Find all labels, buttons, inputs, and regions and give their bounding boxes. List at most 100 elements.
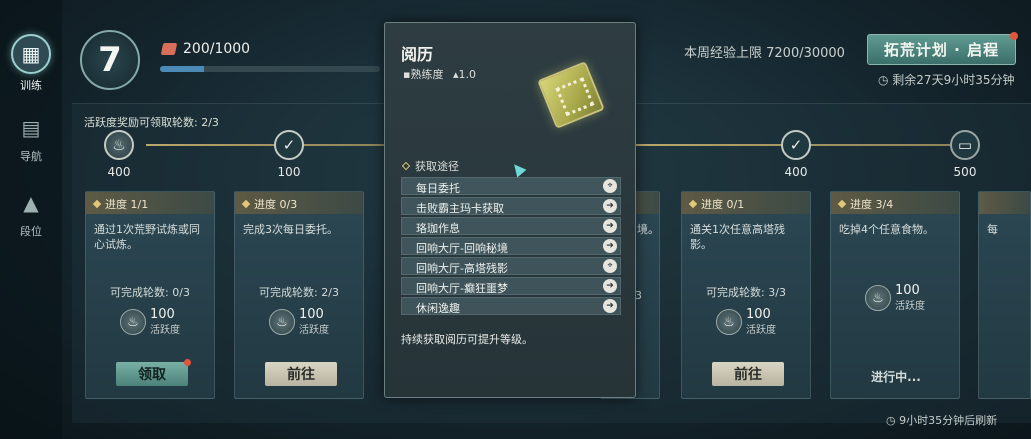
task-progress-text: 进度 0/3 bbox=[254, 198, 298, 211]
task-progress: 进度 3/4 bbox=[831, 192, 959, 214]
clock-icon: ◷ bbox=[878, 73, 893, 87]
task-progress-text: 进度 1/1 bbox=[105, 198, 149, 211]
task-card: 进度 0/1 通关1次任意高塔残影。 可完成轮数: 3/3 ♨ 100 活跃度 前… bbox=[681, 191, 811, 399]
flame-icon: ♨ bbox=[865, 285, 891, 311]
task-card-partial: 每 bbox=[978, 191, 1031, 399]
diamond-icon bbox=[92, 199, 102, 209]
source-item[interactable]: 每日委托 ⌖ bbox=[401, 177, 621, 195]
flame-icon: ♨ bbox=[269, 309, 295, 335]
activity-rounds-label: 活跃度奖励可领取轮数: 2/3 bbox=[84, 116, 219, 129]
task-card: 进度 0/3 完成3次每日委托。 可完成轮数: 2/3 ♨ 100 活跃度 前往 bbox=[234, 191, 364, 399]
calendar-icon: ▦ bbox=[11, 34, 51, 74]
arrow-icon: ➔ bbox=[603, 199, 617, 213]
level-badge: 7 bbox=[80, 30, 140, 90]
tooltip-note: 持续获取阅历可提升等级。 bbox=[401, 333, 533, 346]
reward-value: 100 bbox=[746, 307, 771, 322]
experience-book-icon bbox=[537, 61, 605, 129]
notification-dot bbox=[1010, 32, 1018, 40]
nav-item-rank[interactable]: ▲ 段位 bbox=[0, 183, 62, 239]
task-description: 吃掉4个任意食物。 bbox=[839, 223, 934, 236]
exp-progress-fill bbox=[160, 66, 204, 72]
tooltip-title: 阅历 bbox=[401, 45, 434, 64]
task-reward: ♨ 100 活跃度 bbox=[235, 308, 363, 336]
task-description: 完成3次每日委托。 bbox=[243, 223, 338, 236]
task-reward: ♨ 100 活跃度 bbox=[682, 308, 810, 336]
plan-time-text: 剩余27天9小时35分钟 bbox=[892, 73, 1015, 87]
task-progress: 进度 0/3 bbox=[235, 192, 363, 214]
nav-item-training[interactable]: ▦ 训练 bbox=[0, 34, 62, 93]
flame-icon: ♨ bbox=[120, 309, 146, 335]
source-item[interactable]: 珞珈作息 ➔ bbox=[401, 217, 621, 235]
refresh-text: 9小时35分钟后刷新 bbox=[899, 414, 998, 427]
source-item[interactable]: 击败霸主玛卡获取 ➔ bbox=[401, 197, 621, 215]
task-description: 通过1次荒野试炼或同心试炼。 bbox=[94, 223, 200, 251]
task-status: 进行中... bbox=[871, 370, 921, 384]
source-label: 回响大厅-回响秘境 bbox=[416, 242, 508, 255]
task-description: 通关1次任意高塔残影。 bbox=[690, 223, 785, 251]
item-tooltip: 阅历 ▪熟练度 ▴1.0 获取途径 每日委托 ⌖ 击败霸主玛卡获取 ➔ 珞珈作息 ➔ … bbox=[384, 22, 636, 398]
exp-progress-bar bbox=[160, 66, 380, 72]
plan-button-label: 拓荒计划 · 启程 bbox=[883, 41, 1000, 59]
source-label: 回响大厅-高塔残影 bbox=[416, 262, 508, 275]
task-card: 进度 1/1 通过1次荒野试炼或同心试炼。 可完成轮数: 0/3 ♨ 100 活跃… bbox=[85, 191, 215, 399]
task-progress: 进度 1/1 bbox=[86, 192, 214, 214]
plan-button[interactable]: 拓荒计划 · 启程 bbox=[867, 32, 1018, 65]
location-icon: ⌖ bbox=[603, 259, 617, 273]
milestone-chest-icon[interactable]: ▭ bbox=[950, 130, 980, 160]
week-exp-cap: 本周经验上限 7200/30000 bbox=[684, 46, 845, 61]
exp-text: 200/1000 bbox=[183, 41, 251, 57]
diamond-icon bbox=[401, 161, 411, 171]
diamond-icon bbox=[241, 199, 251, 209]
left-nav: ▦ 训练 ▤ 导航 ▲ 段位 bbox=[0, 0, 62, 439]
reward-value: 100 bbox=[299, 307, 324, 322]
task-reward: ♨ 100 活跃度 bbox=[86, 308, 214, 336]
flame-icon: ♨ bbox=[716, 309, 742, 335]
source-label: 回响大厅-癫狂噩梦 bbox=[416, 282, 508, 295]
milestone-value: 400 bbox=[784, 165, 808, 179]
tooltip-meta: ▪熟练度 ▴1.0 bbox=[403, 66, 476, 82]
source-item[interactable]: 回响大厅-回响秘境 ➔ bbox=[401, 237, 621, 255]
milestone-check-icon: ✓ bbox=[781, 130, 811, 160]
arrow-icon: ➔ bbox=[603, 239, 617, 253]
source-label: 每日委托 bbox=[416, 182, 460, 195]
source-item[interactable]: 回响大厅-高塔残影 ⌖ bbox=[401, 257, 621, 275]
milestone-value: 100 bbox=[277, 165, 301, 179]
source-item[interactable]: 休闲逸趣 ➔ bbox=[401, 297, 621, 315]
reward-label: 活跃度 bbox=[150, 325, 180, 336]
reward-label: 活跃度 bbox=[746, 325, 776, 336]
task-card: 进度 3/4 吃掉4个任意食物。 ♨ 100 活跃度 进行中... bbox=[830, 191, 960, 399]
nav-item-label: 导航 bbox=[20, 150, 42, 163]
notification-dot bbox=[184, 359, 191, 366]
plan-remaining-time: ◷ 剩余27天9小时35分钟 bbox=[878, 71, 1014, 88]
reward-label: 活跃度 bbox=[895, 301, 925, 312]
milestone-flame-icon[interactable]: ♨ bbox=[104, 130, 134, 160]
location-icon: ⌖ bbox=[603, 179, 617, 193]
book-search-icon: ▤ bbox=[21, 116, 41, 140]
source-item[interactable]: 回响大厅-癫狂噩梦 ➔ bbox=[401, 277, 621, 295]
task-reward: ♨ 100 活跃度 bbox=[831, 284, 959, 312]
arrow-icon: ➔ bbox=[603, 219, 617, 233]
milestone-value: 400 bbox=[107, 165, 131, 179]
source-label: 休闲逸趣 bbox=[416, 302, 460, 315]
nav-item-label: 训练 bbox=[20, 79, 42, 92]
clock-icon: ◷ bbox=[886, 414, 900, 427]
source-label: 珞珈作息 bbox=[416, 222, 460, 235]
nav-item-navigation[interactable]: ▤ 导航 bbox=[0, 108, 62, 164]
go-button[interactable]: 前往 bbox=[712, 362, 784, 386]
claim-button[interactable]: 领取 bbox=[116, 359, 191, 386]
source-header: 获取途径 bbox=[401, 158, 459, 174]
task-description: 每 bbox=[987, 223, 998, 236]
source-header-text: 获取途径 bbox=[415, 160, 459, 173]
go-button[interactable]: 前往 bbox=[265, 362, 337, 386]
arrow-icon: ➔ bbox=[603, 279, 617, 293]
diamond-icon bbox=[688, 199, 698, 209]
task-rounds: 可完成轮数: 2/3 bbox=[259, 286, 339, 299]
reward-value: 100 bbox=[150, 307, 175, 322]
diamond-icon bbox=[837, 199, 847, 209]
task-rounds: 可完成轮数: 3/3 bbox=[706, 286, 786, 299]
task-progress-text: 进度 3/4 bbox=[850, 198, 894, 211]
rank-icon: ▲ bbox=[23, 191, 39, 215]
source-label: 击败霸主玛卡获取 bbox=[416, 202, 504, 215]
proficiency-label: 熟练度 bbox=[410, 68, 444, 81]
milestone-check-icon: ✓ bbox=[274, 130, 304, 160]
